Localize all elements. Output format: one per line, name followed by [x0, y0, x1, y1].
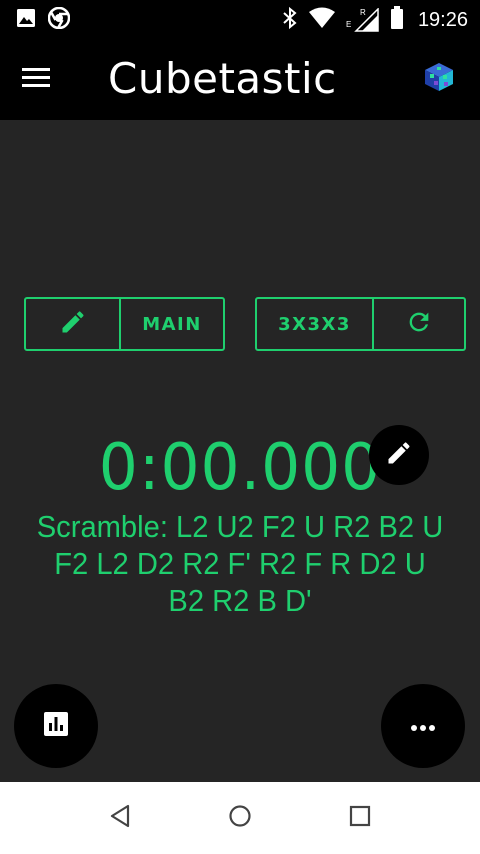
home-button[interactable]: [226, 804, 254, 832]
cube-logo-icon: [424, 62, 454, 92]
puzzle-type-button[interactable]: 3X3X3: [257, 299, 372, 349]
system-nav-bar: [0, 782, 480, 854]
recents-icon: [349, 805, 371, 831]
edit-session-button[interactable]: [26, 299, 119, 349]
battery-icon: [390, 6, 404, 34]
back-button[interactable]: [106, 804, 134, 832]
app-bar: Cubetastic: [0, 38, 480, 120]
status-left: [16, 6, 71, 33]
network-type-e: E: [345, 20, 352, 29]
app-title: Cubetastic: [108, 54, 337, 103]
refresh-icon: [405, 308, 433, 341]
signal-icon: E R: [346, 8, 380, 32]
session-button-group: MAIN: [24, 297, 225, 351]
scramble-text: Scramble: L2 U2 F2 U R2 B2 U F2 L2 D2 R2…: [36, 509, 444, 618]
bar-chart-icon: [43, 711, 69, 741]
recents-button[interactable]: [346, 804, 374, 832]
more-options-button[interactable]: [381, 684, 465, 768]
refresh-scramble-button[interactable]: [372, 299, 464, 349]
more-horizontal-icon: [410, 717, 436, 736]
chrome-icon: [47, 6, 71, 33]
puzzle-button-group: 3X3X3: [255, 297, 466, 351]
status-bar: E R 19:26: [0, 0, 480, 38]
session-button[interactable]: MAIN: [119, 299, 223, 349]
stats-button[interactable]: [14, 684, 98, 768]
edit-time-button[interactable]: [369, 425, 429, 485]
wifi-icon: [308, 7, 336, 33]
menu-button[interactable]: [22, 62, 62, 96]
pencil-icon: [385, 439, 413, 471]
hamburger-menu-icon: [22, 67, 50, 91]
pencil-icon: [59, 308, 87, 341]
back-icon: [109, 804, 131, 832]
image-icon: [16, 8, 36, 32]
home-icon: [228, 804, 252, 832]
bluetooth-icon: [282, 6, 298, 34]
status-right: E R 19:26: [282, 6, 468, 34]
status-time: 19:26: [417, 8, 468, 31]
